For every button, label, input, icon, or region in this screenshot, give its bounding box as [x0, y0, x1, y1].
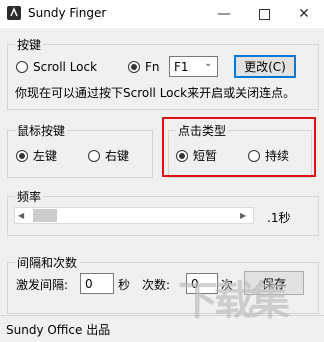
scroll-lock-radio[interactable]: Scroll Lock: [16, 60, 97, 74]
left-button-radio[interactable]: 左键: [16, 147, 57, 164]
fn-label: Fn: [145, 60, 160, 74]
left-button-radio-circle[interactable]: [16, 149, 28, 162]
left-button-label: 左键: [33, 149, 58, 163]
frequency-slider-thumb[interactable]: [32, 209, 57, 222]
hotkey-group-label: 按键: [15, 36, 44, 53]
scroll-lock-label: Scroll Lock: [33, 60, 98, 74]
trigger-interval-input[interactable]: 0: [80, 273, 114, 294]
frequency-slider[interactable]: ◀ ▶: [14, 207, 254, 224]
title-bar: Sundy Finger — ✕: [0, 0, 324, 28]
chevron-down-icon: ⌄: [204, 58, 213, 69]
maximize-icon: [258, 8, 270, 20]
slider-right-arrow-icon[interactable]: ▶: [240, 211, 246, 220]
fn-key-select[interactable]: F1 ⌄: [169, 56, 218, 77]
right-button-label: 右键: [105, 149, 130, 163]
slider-left-arrow-icon[interactable]: ◀: [18, 211, 24, 220]
fn-radio-circle[interactable]: [128, 61, 140, 73]
count-label: 次数:: [142, 278, 171, 292]
mouse-button-group-label: 鼠标按键: [15, 122, 68, 139]
frequency-group-label: 频率: [15, 188, 44, 205]
interval-group-label: 间隔和次数: [15, 254, 80, 271]
hotkey-info-text: 你现在可以通过按下Scroll Lock来开启或关闭连点。: [15, 86, 296, 100]
trigger-interval-label: 激发间隔:: [16, 278, 69, 292]
watermark-logo: 下载集: [178, 278, 290, 324]
minimize-button[interactable]: —: [204, 0, 244, 28]
change-button[interactable]: 更改(C): [234, 55, 296, 78]
window-title: Sundy Finger: [28, 6, 107, 20]
minimize-icon: —: [217, 6, 231, 22]
fn-radio[interactable]: Fn: [128, 60, 160, 74]
close-button[interactable]: ✕: [284, 0, 324, 28]
scroll-lock-radio-circle[interactable]: [16, 61, 28, 73]
click-type-highlight-box: [162, 117, 316, 177]
close-icon: ✕: [298, 6, 310, 22]
seconds-unit-label: 秒: [118, 278, 131, 292]
frequency-value: .1秒: [267, 211, 291, 225]
maximize-button[interactable]: [244, 0, 284, 28]
fn-key-value: F1: [174, 60, 189, 74]
status-bar-text: Sundy Office 出品: [6, 323, 111, 337]
right-button-radio-circle[interactable]: [88, 149, 100, 162]
right-button-radio[interactable]: 右键: [88, 147, 129, 164]
app-icon: [7, 6, 21, 20]
